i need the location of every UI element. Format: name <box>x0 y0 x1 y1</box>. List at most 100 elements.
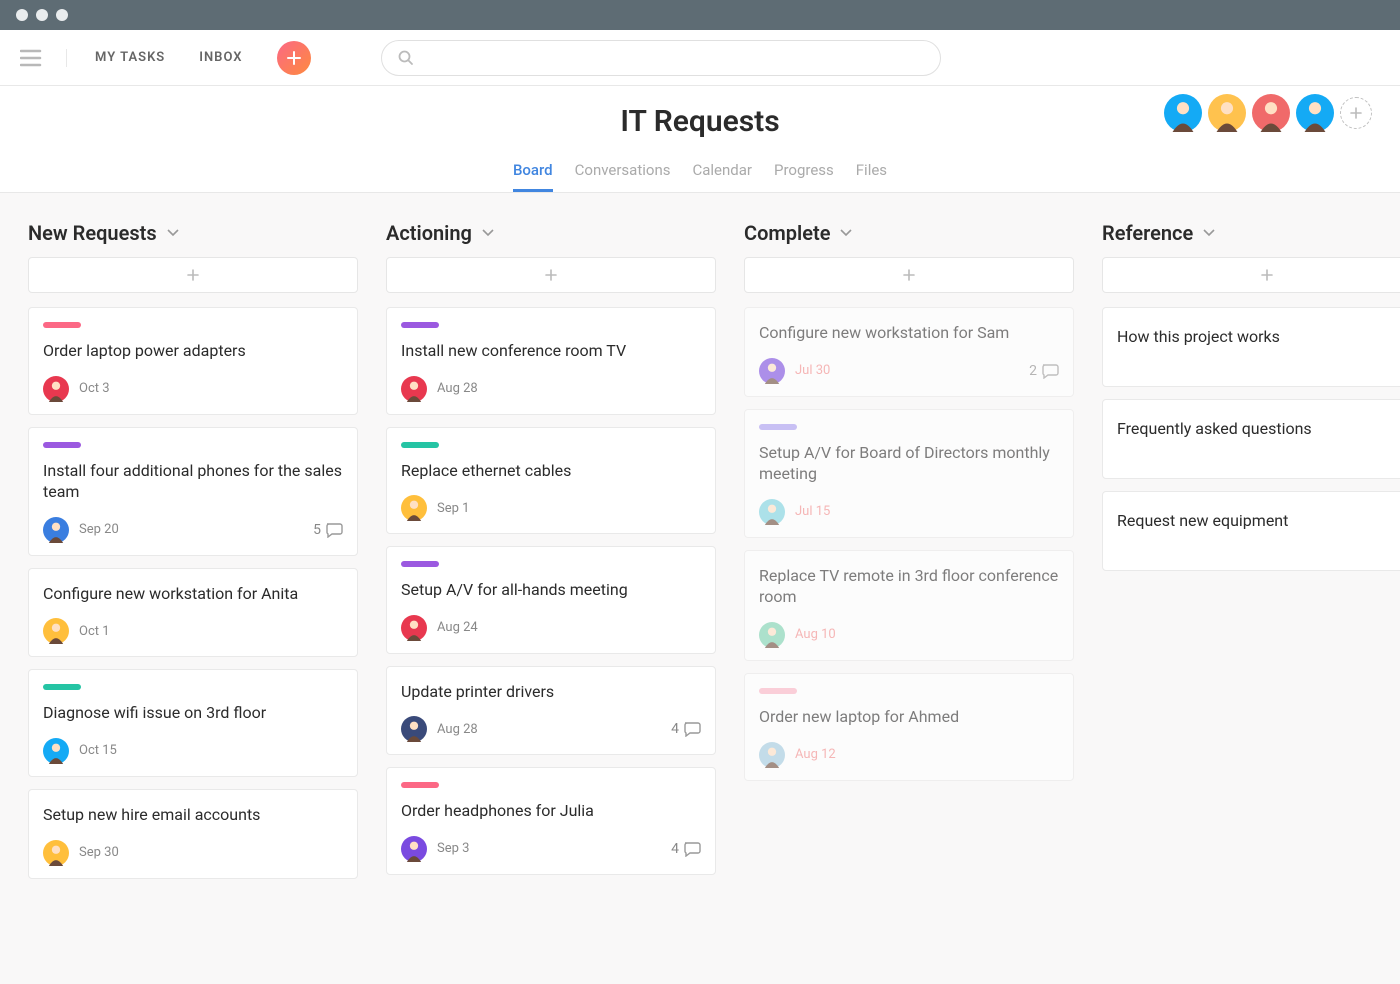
column-header[interactable]: New Requests <box>28 221 358 245</box>
comment-icon <box>683 841 701 857</box>
nav-my-tasks[interactable]: MY TASKS <box>95 50 165 65</box>
board: New RequestsOrder laptop power adaptersO… <box>0 193 1400 891</box>
card-title: Setup new hire email accounts <box>43 804 343 826</box>
column-header[interactable]: Actioning <box>386 221 716 245</box>
assignee-avatar[interactable] <box>401 716 427 742</box>
card-tag <box>401 782 439 788</box>
card[interactable]: Frequently asked questions <box>1102 399 1400 479</box>
card-tag <box>759 424 797 430</box>
tab-progress[interactable]: Progress <box>774 161 834 192</box>
column-title: Complete <box>744 221 830 245</box>
card-footer: Oct 15 <box>43 738 343 764</box>
global-add-button[interactable] <box>277 41 311 75</box>
assignee-avatar[interactable] <box>401 495 427 521</box>
card[interactable]: Install four additional phones for the s… <box>28 427 358 556</box>
due-date: Aug 24 <box>437 620 478 635</box>
due-date: Aug 28 <box>437 722 478 737</box>
card-tag <box>43 322 81 328</box>
tab-conversations[interactable]: Conversations <box>575 161 671 192</box>
card-title: Order laptop power adapters <box>43 340 343 362</box>
comment-count[interactable]: 4 <box>671 841 701 857</box>
assignee-avatar[interactable] <box>759 742 785 768</box>
assignee-avatar[interactable] <box>759 358 785 384</box>
card[interactable]: Update printer driversAug 284 <box>386 666 716 756</box>
zoom-window-icon[interactable] <box>56 9 68 21</box>
column-title: New Requests <box>28 221 157 245</box>
card[interactable]: Replace TV remote in 3rd floor conferenc… <box>744 550 1074 661</box>
card-footer: Aug 10 <box>759 622 1059 648</box>
card[interactable]: Order new laptop for Ahmed Aug 12 <box>744 673 1074 781</box>
add-card-button[interactable] <box>744 257 1074 293</box>
plus-icon <box>285 49 303 67</box>
menu-toggle-button[interactable] <box>20 49 67 67</box>
add-card-button[interactable] <box>386 257 716 293</box>
add-member-button[interactable] <box>1340 97 1372 129</box>
comment-count[interactable]: 2 <box>1029 363 1059 379</box>
plus-icon <box>1349 106 1363 120</box>
card[interactable]: Order laptop power adaptersOct 3 <box>28 307 358 415</box>
hamburger-icon <box>20 49 42 67</box>
assignee-avatar[interactable] <box>43 376 69 402</box>
member-avatar[interactable] <box>1296 94 1334 132</box>
add-card-button[interactable] <box>1102 257 1400 293</box>
chevron-down-icon <box>167 229 179 237</box>
card[interactable]: Setup A/V for Board of Directors monthly… <box>744 409 1074 538</box>
card[interactable]: Replace ethernet cablesSep 1 <box>386 427 716 535</box>
column-title: Actioning <box>386 221 472 245</box>
due-date: Sep 30 <box>79 845 119 860</box>
column: Complete Configure new workstation for Sa… <box>744 221 1074 891</box>
card-footer: Sep 3 4 <box>401 836 701 862</box>
comment-icon <box>1041 363 1059 379</box>
assignee-avatar[interactable] <box>401 615 427 641</box>
card-title: Install four additional phones for the s… <box>43 460 343 503</box>
close-window-icon[interactable] <box>16 9 28 21</box>
card[interactable]: Request new equipment <box>1102 491 1400 571</box>
assignee-avatar[interactable] <box>759 622 785 648</box>
search-input[interactable] <box>381 40 941 76</box>
assignee-avatar[interactable] <box>43 618 69 644</box>
card-footer: Oct 1 <box>43 618 343 644</box>
search-field[interactable] <box>422 50 924 65</box>
tab-board[interactable]: Board <box>513 161 553 192</box>
card-title: Request new equipment <box>1117 510 1400 532</box>
card-footer: Sep 205 <box>43 517 343 543</box>
assignee-avatar[interactable] <box>43 840 69 866</box>
card-title: Order new laptop for Ahmed <box>759 706 1059 728</box>
tab-calendar[interactable]: Calendar <box>692 161 752 192</box>
assignee-avatar[interactable] <box>43 517 69 543</box>
plus-icon <box>902 268 916 282</box>
column-header[interactable]: Reference <box>1102 221 1400 245</box>
card-footer: Aug 28 4 <box>401 716 701 742</box>
nav-inbox[interactable]: INBOX <box>199 50 242 65</box>
minimize-window-icon[interactable] <box>36 9 48 21</box>
card[interactable]: Configure new workstation for AnitaOct 1 <box>28 568 358 658</box>
card[interactable]: Diagnose wifi issue on 3rd floorOct 15 <box>28 669 358 777</box>
comment-icon <box>325 522 343 538</box>
project-members <box>1164 94 1372 132</box>
comment-count[interactable]: 4 <box>671 721 701 737</box>
card-title: Frequently asked questions <box>1117 418 1400 440</box>
due-date: Jul 15 <box>795 504 830 519</box>
assignee-avatar[interactable] <box>759 499 785 525</box>
due-date: Aug 12 <box>795 747 836 762</box>
member-avatar[interactable] <box>1164 94 1202 132</box>
member-avatar[interactable] <box>1252 94 1290 132</box>
assignee-avatar[interactable] <box>43 738 69 764</box>
due-date: Sep 3 <box>437 841 469 856</box>
card[interactable]: How this project works <box>1102 307 1400 387</box>
card[interactable]: Setup A/V for all-hands meetingAug 24 <box>386 546 716 654</box>
card[interactable]: Order headphones for JuliaSep 34 <box>386 767 716 875</box>
member-avatar[interactable] <box>1208 94 1246 132</box>
assignee-avatar[interactable] <box>401 836 427 862</box>
due-date: Oct 1 <box>79 624 110 639</box>
column-header[interactable]: Complete <box>744 221 1074 245</box>
tab-files[interactable]: Files <box>856 161 887 192</box>
add-card-button[interactable] <box>28 257 358 293</box>
assignee-avatar[interactable] <box>401 376 427 402</box>
card[interactable]: Setup new hire email accounts Sep 30 <box>28 789 358 879</box>
column: New RequestsOrder laptop power adaptersO… <box>28 221 358 891</box>
card-title: Setup A/V for Board of Directors monthly… <box>759 442 1059 485</box>
comment-count[interactable]: 5 <box>313 522 343 538</box>
card[interactable]: Configure new workstation for SamJul 302 <box>744 307 1074 397</box>
card[interactable]: Install new conference room TVAug 28 <box>386 307 716 415</box>
